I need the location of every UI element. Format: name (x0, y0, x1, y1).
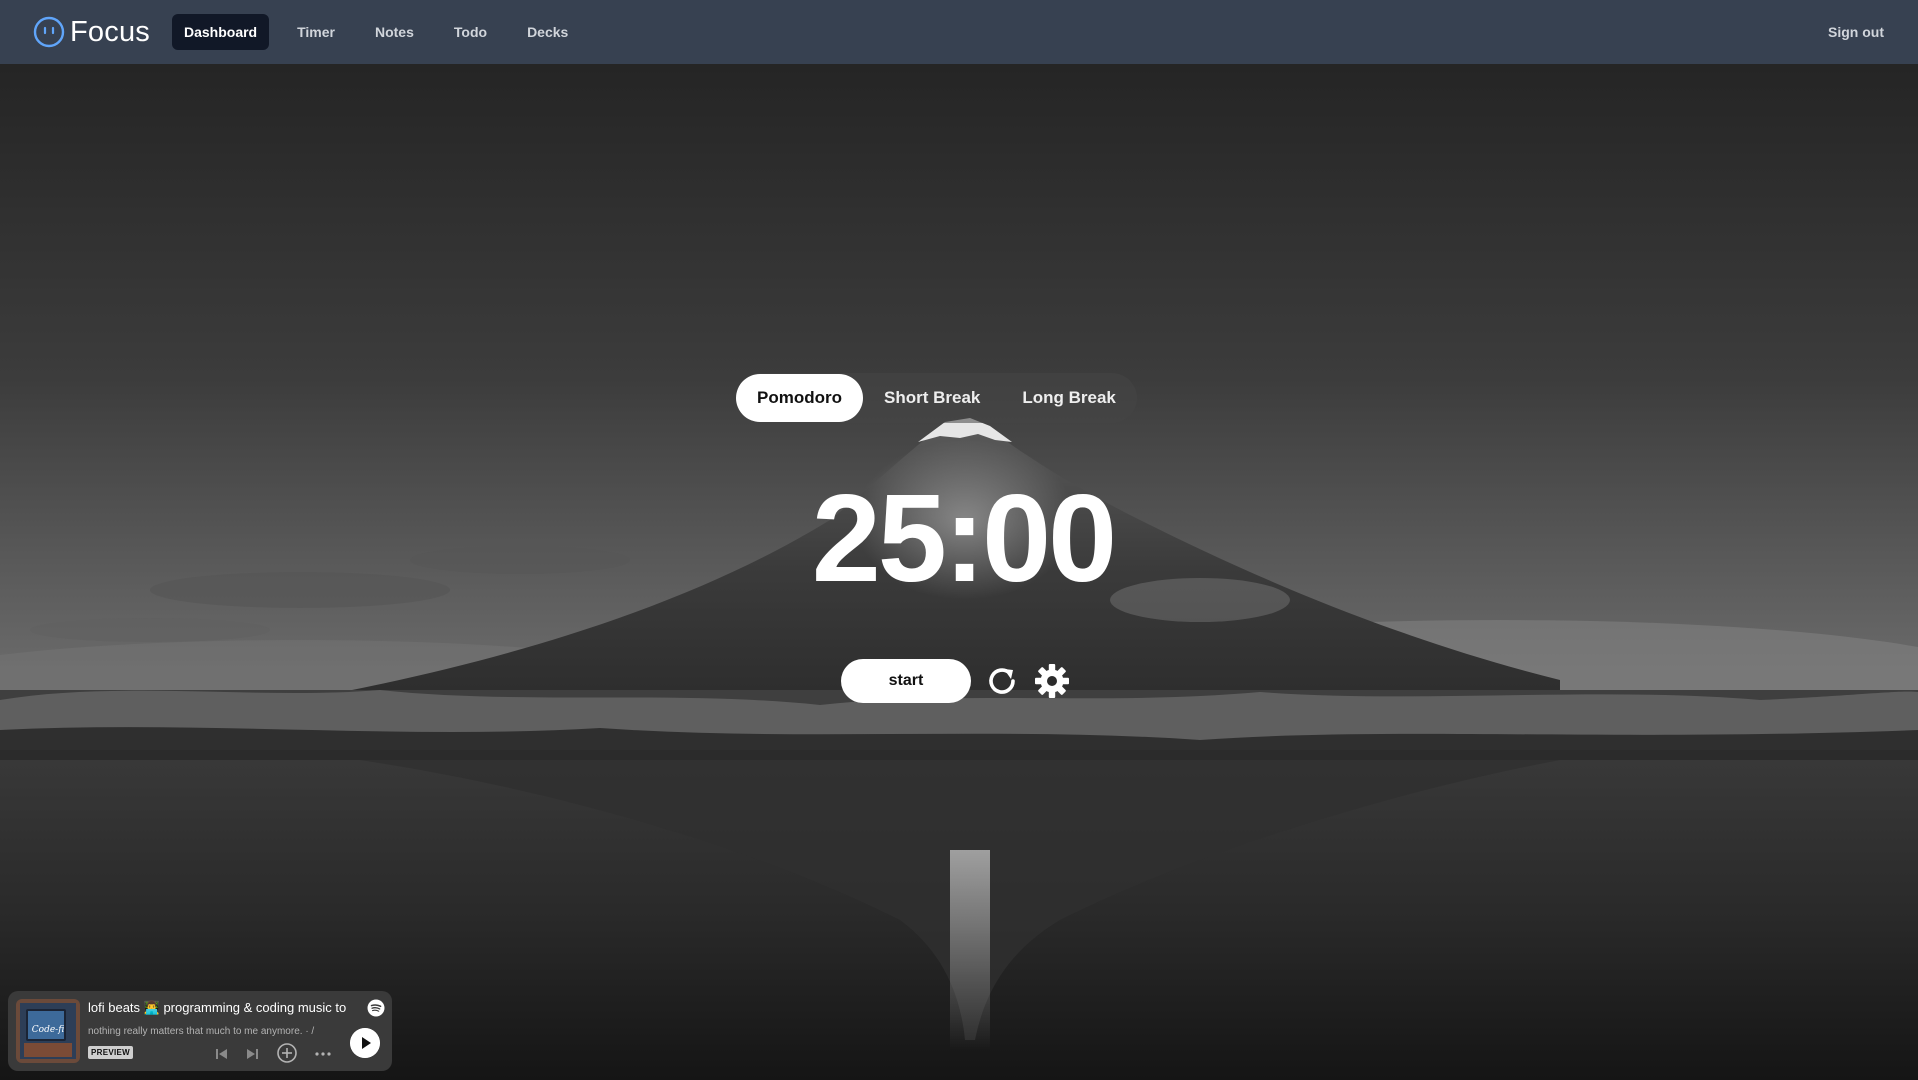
nav-item-todo[interactable]: Todo (442, 14, 499, 50)
album-art-image: Code-fi (16, 999, 80, 1063)
timer-countdown: 25:00 (811, 470, 1117, 608)
reset-icon[interactable] (983, 662, 1021, 700)
preview-badge: PREVIEW (88, 1046, 133, 1059)
nav-item-dashboard[interactable]: Dashboard (171, 14, 270, 50)
nav-links: Dashboard Timer Notes Todo Decks (171, 14, 596, 50)
nav-item-decks[interactable]: Decks (515, 14, 580, 50)
brand-logo[interactable]: Focus (32, 15, 150, 49)
start-button[interactable]: start (841, 659, 971, 703)
tab-pomodoro[interactable]: Pomodoro (736, 374, 863, 422)
spotify-icon[interactable] (367, 999, 385, 1017)
nav-item-timer[interactable]: Timer (285, 14, 347, 50)
add-icon[interactable] (276, 1042, 298, 1064)
gear-icon[interactable] (1033, 662, 1071, 700)
tab-long-break[interactable]: Long Break (1001, 374, 1137, 422)
track-subtitle[interactable]: nothing really matters that much to me a… (88, 1026, 354, 1037)
tab-short-break[interactable]: Short Break (863, 374, 1001, 422)
timer-mode-tabs: Pomodoro Short Break Long Break (736, 373, 1137, 423)
top-navbar: Focus Dashboard Timer Notes Todo Decks S… (0, 0, 1918, 64)
skip-forward-icon[interactable] (245, 1046, 261, 1062)
sign-out-button[interactable]: Sign out (1816, 14, 1896, 50)
more-icon[interactable] (314, 1046, 332, 1062)
focus-dashboard-page: Focus Dashboard Timer Notes Todo Decks S… (0, 0, 1918, 1080)
play-icon[interactable] (350, 1028, 380, 1058)
brand-name: Focus (70, 15, 150, 48)
timer-controls: start (841, 659, 1083, 703)
focus-logo-icon (33, 16, 65, 48)
skip-back-icon[interactable] (213, 1046, 229, 1062)
svg-text:Code-fi: Code-fi (32, 1025, 64, 1035)
nav-item-notes[interactable]: Notes (363, 14, 426, 50)
spotify-mini-player: Code-fi lofi beats 👨‍💻 programming & cod… (8, 991, 392, 1071)
track-title[interactable]: lofi beats 👨‍💻 programming & coding musi… (88, 1000, 368, 1016)
